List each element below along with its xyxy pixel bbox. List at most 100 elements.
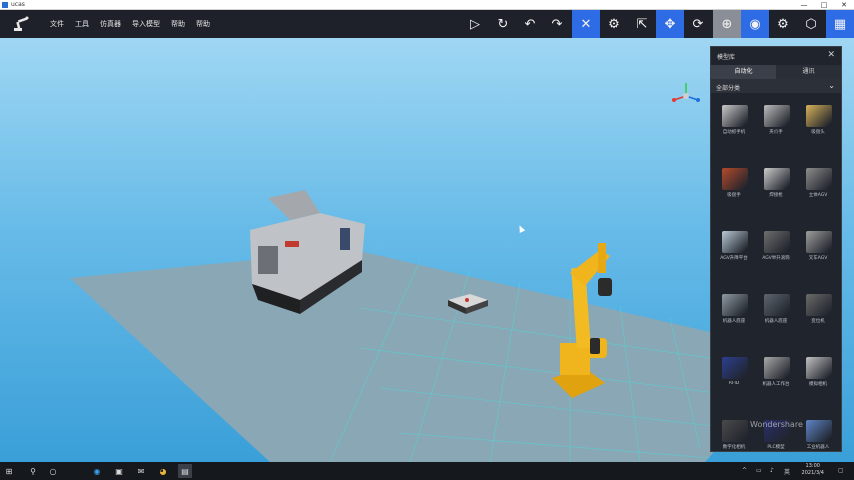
model-item[interactable]: 数字化相机 [713,416,755,456]
windows-taskbar: ⊞ ⚲ ○ ◉ ▣ ✉ ◕ ▤ ^ ▭ ♪ 英 13:00 2021/3/4 ▢ [0,462,854,480]
select-button[interactable]: ⇱ [628,10,656,38]
model-label: 焊接枪 [769,193,783,198]
model-item[interactable]: 模拟相机 [797,353,839,393]
menu-import-model[interactable]: 导入模型 [132,19,160,29]
model-item[interactable]: 叉车AGV [797,227,839,267]
refresh-icon: ↻ [497,16,509,32]
collision-button[interactable]: ✕ [572,10,600,38]
robot-icon: ⚙ [608,16,620,32]
model-label: 机器人工作台 [762,382,790,387]
move-button[interactable]: ✥ [656,10,684,38]
model-thumbnail [806,294,832,316]
window-title: ucas [11,1,25,8]
model-item[interactable]: 机器人底座 [755,290,797,330]
grid-button[interactable]: ▦ [826,10,854,38]
globe-icon: ◉ [749,16,761,32]
reset-button[interactable]: ↻ [489,10,517,38]
category-label: 全部分类 [716,85,741,92]
edge-icon[interactable]: ◉ [90,464,104,478]
panel-close-icon[interactable]: ✕ [827,50,835,60]
network-icon[interactable]: ▭ [756,467,762,474]
menu-tools[interactable]: 工具 [75,19,89,29]
menu-help[interactable]: 帮助 [171,19,185,29]
model-thumbnail [764,294,790,316]
model-item[interactable]: 吸盘头 [797,101,839,141]
model-label: 立体AGV [808,193,828,198]
robot-button[interactable]: ⚙ [600,10,628,38]
model-label: AGV升降平台 [720,256,748,261]
target-button[interactable]: ⊕ [713,10,741,38]
play-button[interactable]: ▷ [461,10,489,38]
model-thumbnail [806,420,832,442]
model-item[interactable]: 焊接枪 [755,164,797,204]
model-library-panel: 模型库 ✕ 自动化 通讯 全部分类 ⌄ 自动抓手机 夹爪手 吸盘头吸盘手 焊接枪 立体A… [710,46,842,452]
model-thumbnail [764,168,790,190]
app-taskbar-icon[interactable]: ▤ [178,464,192,478]
model-thumbnail [764,357,790,379]
rotate-icon: ⟳ [692,16,704,32]
tray-chevron-icon[interactable]: ^ [742,467,747,474]
model-item[interactable]: AGV升降平台 [713,227,755,267]
model-item[interactable]: 自动抓手机 [713,101,755,141]
model-label: 吸盘头 [811,130,825,135]
store-icon[interactable]: ▣ [112,464,126,478]
close-button[interactable]: ✕ [834,0,854,10]
cube-button[interactable]: ⬡ [797,10,825,38]
maximize-button[interactable]: □ [814,0,834,10]
mail-icon[interactable]: ✉ [134,464,148,478]
windows-start-icon[interactable]: ⊞ [2,464,16,478]
model-label: 吸盘手 [727,193,741,198]
model-label: 叉车AGV [808,256,828,261]
model-item[interactable]: AGV举升滚筒 [755,227,797,267]
minimize-button[interactable]: — [794,0,814,10]
play-icon: ▷ [470,16,480,32]
menu-file[interactable]: 文件 [50,19,64,29]
notification-icon[interactable]: ▢ [838,467,844,474]
undo-button[interactable]: ↶ [516,10,544,38]
model-item[interactable]: 变位机 [797,290,839,330]
model-label: 机器人底座 [764,319,788,324]
model-label: PLC模型 [767,445,785,450]
model-item[interactable]: 夹爪手 [755,101,797,141]
model-thumbnail [722,231,748,253]
task-view-icon[interactable]: ○ [46,464,60,478]
menu-bar: 文件 工具 仿真器 导入模型 帮助 帮助 [50,10,210,38]
panel-header: 模型库 ✕ [711,47,841,65]
model-thumbnail [722,420,748,442]
model-thumbnail [806,168,832,190]
model-item[interactable]: 工业机器人 [797,416,839,456]
globe-button[interactable]: ◉ [741,10,769,38]
model-item[interactable]: 立体AGV [797,164,839,204]
clock-time: 13:00 [805,463,820,469]
rotate-button[interactable]: ⟳ [684,10,712,38]
axis-gizmo[interactable] [668,80,704,110]
tab-automation[interactable]: 自动化 [711,65,776,79]
model-thumbnail [764,231,790,253]
tab-communication[interactable]: 通讯 [776,65,841,79]
redo-button[interactable]: ↷ [543,10,571,38]
model-thumbnail [722,105,748,127]
settings-button[interactable]: ⚙ [769,10,797,38]
taskbar-clock[interactable]: 13:00 2021/3/4 [802,463,824,477]
window-titlebar: ucas — □ ✕ [0,0,854,10]
chevron-down-icon: ⌄ [828,81,835,90]
model-item[interactable]: 机器人底座 [713,290,755,330]
volume-icon[interactable]: ♪ [770,467,774,474]
ime-icon[interactable]: 英 [784,467,790,476]
model-thumbnail [722,168,748,190]
pointer-icon: ⇱ [636,16,648,32]
model-item[interactable]: RFID [713,353,755,393]
model-item[interactable]: 机器人工作台 [755,353,797,393]
menu-help-2[interactable]: 帮助 [196,19,210,29]
search-icon[interactable]: ⚲ [26,464,40,478]
model-label: 自动抓手机 [722,130,746,135]
watermark: Wondershare [750,420,803,429]
robot-arm-logo-icon[interactable] [12,15,30,33]
chrome-icon[interactable]: ◕ [156,464,170,478]
menu-simulator[interactable]: 仿真器 [100,19,121,29]
model-label: AGV举升滚筒 [762,256,790,261]
model-item[interactable]: 吸盘手 [713,164,755,204]
category-select[interactable]: 全部分类 ⌄ [711,79,841,93]
model-label: 工业机器人 [806,445,830,450]
model-grid: 自动抓手机 夹爪手 吸盘头吸盘手 焊接枪 立体AGV AGV升降平台 AGV举升滚筒 叉车AG… [713,101,839,456]
